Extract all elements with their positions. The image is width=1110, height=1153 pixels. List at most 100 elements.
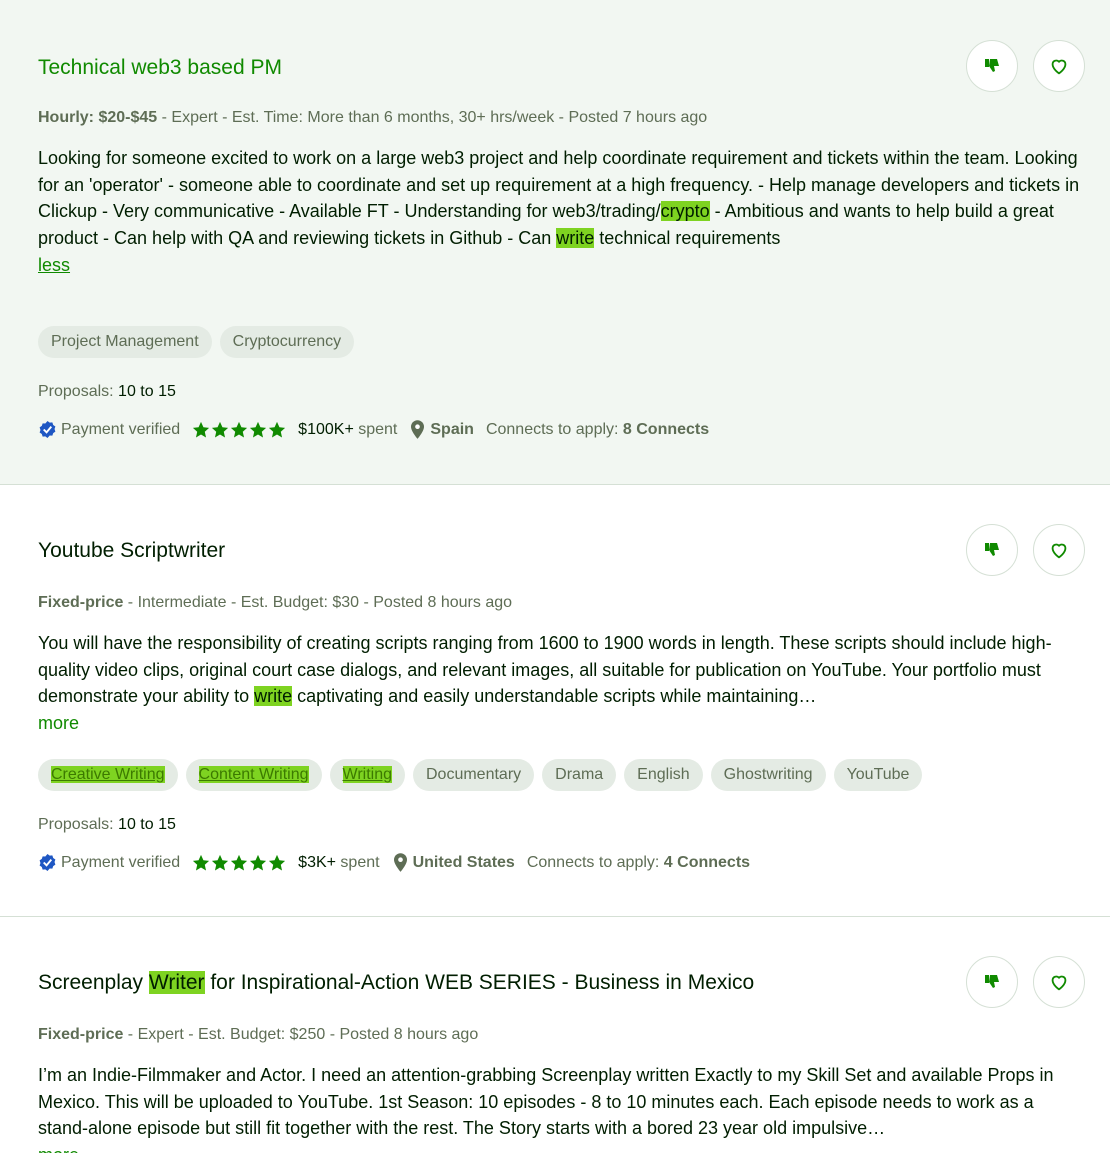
skill-tag[interactable]: Cryptocurrency — [219, 326, 355, 358]
star-icon — [231, 421, 248, 437]
client-location: Spain — [411, 420, 474, 439]
star-icon — [193, 854, 210, 870]
job-title-text[interactable]: Screenplay — [38, 971, 149, 994]
job-actions — [966, 524, 1085, 576]
job-type: Fixed-price — [38, 1026, 124, 1043]
location-text: Spain — [430, 420, 474, 438]
skill-tag[interactable]: Drama — [542, 759, 617, 791]
skill-tag[interactable]: Documentary — [413, 759, 535, 791]
spent-amount: $3K+ — [298, 853, 336, 871]
location-text: United States — [412, 853, 515, 871]
skill-tag[interactable]: English — [624, 759, 703, 791]
skill-tags: Project Management Cryptocurrency — [38, 326, 355, 358]
star-icon — [250, 854, 267, 870]
job-meta: Hourly: $20-$45 - Expert - Est. Time: Mo… — [38, 109, 707, 127]
job-tile[interactable]: Technical web3 based PM Hourly: $20-$45 … — [0, 0, 1110, 485]
job-meta-details: - Expert - Est. Time: More than 6 months… — [157, 109, 708, 126]
client-info: Payment verified $3K+ spent United State… — [38, 853, 750, 872]
job-tile[interactable]: Screenplay Writer for Inspirational-Acti… — [0, 917, 1110, 1153]
job-description: Looking for someone excited to work on a… — [38, 145, 1088, 279]
star-icon — [231, 854, 248, 870]
connects-label: Connects to apply: — [485, 420, 623, 438]
search-highlight: write — [254, 686, 293, 707]
star-icon — [212, 854, 229, 870]
heart-icon — [1051, 543, 1067, 559]
client-rating — [192, 854, 286, 872]
job-type: Fixed-price — [38, 594, 124, 611]
payment-verified-label: Payment verified — [61, 853, 181, 871]
payment-verified: Payment verified — [38, 853, 180, 872]
client-info: Payment verified $100K+ spent Spain Conn… — [38, 420, 709, 439]
connects: Connects to apply: 4 Connects — [527, 854, 750, 872]
skill-tag[interactable]: YouTube — [833, 759, 923, 791]
thumbs-down-icon — [985, 543, 999, 556]
skill-tag[interactable]: Creative Writing — [38, 759, 178, 791]
skill-tag[interactable]: Project Management — [38, 326, 212, 358]
show-more-link[interactable]: more — [38, 1145, 79, 1153]
description-text: I’m an Indie-Filmmaker and Actor. I need… — [38, 1065, 1054, 1139]
star-icon — [269, 854, 286, 870]
skill-tag-label: Writing — [342, 766, 392, 783]
proposals-label: Proposals: — [38, 816, 119, 833]
description-text: captivating and easily understandable sc… — [292, 686, 817, 707]
client-rating — [192, 421, 286, 439]
payment-verified-label: Payment verified — [61, 420, 181, 438]
connects-label: Connects to apply: — [526, 853, 664, 871]
job-title-text[interactable]: for Inspirational-Action WEB SERIES - Bu… — [205, 971, 754, 994]
connects-value: 8 Connects — [622, 420, 710, 438]
save-job-button[interactable] — [1033, 956, 1085, 1008]
client-spent: $100K+ spent — [298, 421, 397, 439]
search-highlight: crypto — [660, 201, 710, 222]
proposals: Proposals: 10 to 15 — [38, 816, 176, 834]
heart-icon — [1051, 59, 1067, 75]
job-meta-details: - Intermediate - Est. Budget: $30 - Post… — [123, 594, 513, 611]
client-location: United States — [393, 853, 515, 872]
skill-tag[interactable]: Content Writing — [185, 759, 322, 791]
star-icon — [212, 421, 229, 437]
skill-tag[interactable]: Ghostwriting — [710, 759, 826, 791]
job-meta-details: - Expert - Est. Budget: $250 - Posted 8 … — [123, 1026, 479, 1043]
skill-tag[interactable]: Writing — [329, 759, 405, 791]
dislike-button[interactable] — [966, 40, 1018, 92]
job-title-text[interactable]: Youtube Scriptwriter — [38, 539, 225, 562]
verified-badge-icon — [39, 853, 56, 872]
spent-suffix: spent — [335, 853, 380, 871]
save-job-button[interactable] — [1033, 524, 1085, 576]
star-icon — [193, 421, 210, 437]
proposals-value: 10 to 15 — [118, 383, 176, 400]
search-highlight: write — [556, 228, 595, 249]
description-text: technical requirements — [594, 228, 781, 249]
job-actions — [966, 956, 1085, 1008]
job-title[interactable]: Youtube Scriptwriter — [38, 537, 225, 565]
payment-verified: Payment verified — [38, 420, 180, 439]
job-description: You will have the responsibility of crea… — [38, 630, 1088, 737]
thumbs-down-icon — [985, 975, 999, 988]
spent-suffix: spent — [353, 420, 398, 438]
heart-icon — [1051, 975, 1067, 991]
spent-amount: $100K+ — [298, 420, 354, 438]
dislike-button[interactable] — [966, 524, 1018, 576]
skill-tag-label: Content Writing — [198, 766, 309, 783]
show-less-link[interactable]: less — [38, 255, 70, 275]
skill-tags: Creative Writing Content Writing Writing… — [38, 759, 923, 791]
job-title-text[interactable]: Technical web3 based PM — [38, 56, 282, 79]
job-tile[interactable]: Youtube Scriptwriter Fixed-price - Inter… — [0, 485, 1110, 917]
verified-badge-icon — [39, 420, 56, 439]
map-pin-icon — [393, 853, 407, 872]
dislike-button[interactable] — [966, 956, 1018, 1008]
show-more-link[interactable]: more — [38, 713, 79, 733]
job-description: I’m an Indie-Filmmaker and Actor. I need… — [38, 1062, 1088, 1153]
job-meta: Fixed-price - Intermediate - Est. Budget… — [38, 594, 512, 612]
client-spent: $3K+ spent — [298, 854, 379, 872]
job-title[interactable]: Screenplay Writer for Inspirational-Acti… — [38, 969, 754, 997]
proposals-value: 10 to 15 — [118, 816, 176, 833]
proposals-label: Proposals: — [38, 383, 119, 400]
map-pin-icon — [411, 420, 425, 439]
star-icon — [269, 421, 286, 437]
search-highlight[interactable]: Writer — [148, 971, 205, 994]
save-job-button[interactable] — [1033, 40, 1085, 92]
job-title[interactable]: Technical web3 based PM — [38, 54, 282, 82]
connects: Connects to apply: 8 Connects — [486, 421, 709, 439]
job-type: Hourly: $20-$45 — [38, 109, 158, 126]
skill-tag-label: Creative Writing — [51, 766, 165, 783]
